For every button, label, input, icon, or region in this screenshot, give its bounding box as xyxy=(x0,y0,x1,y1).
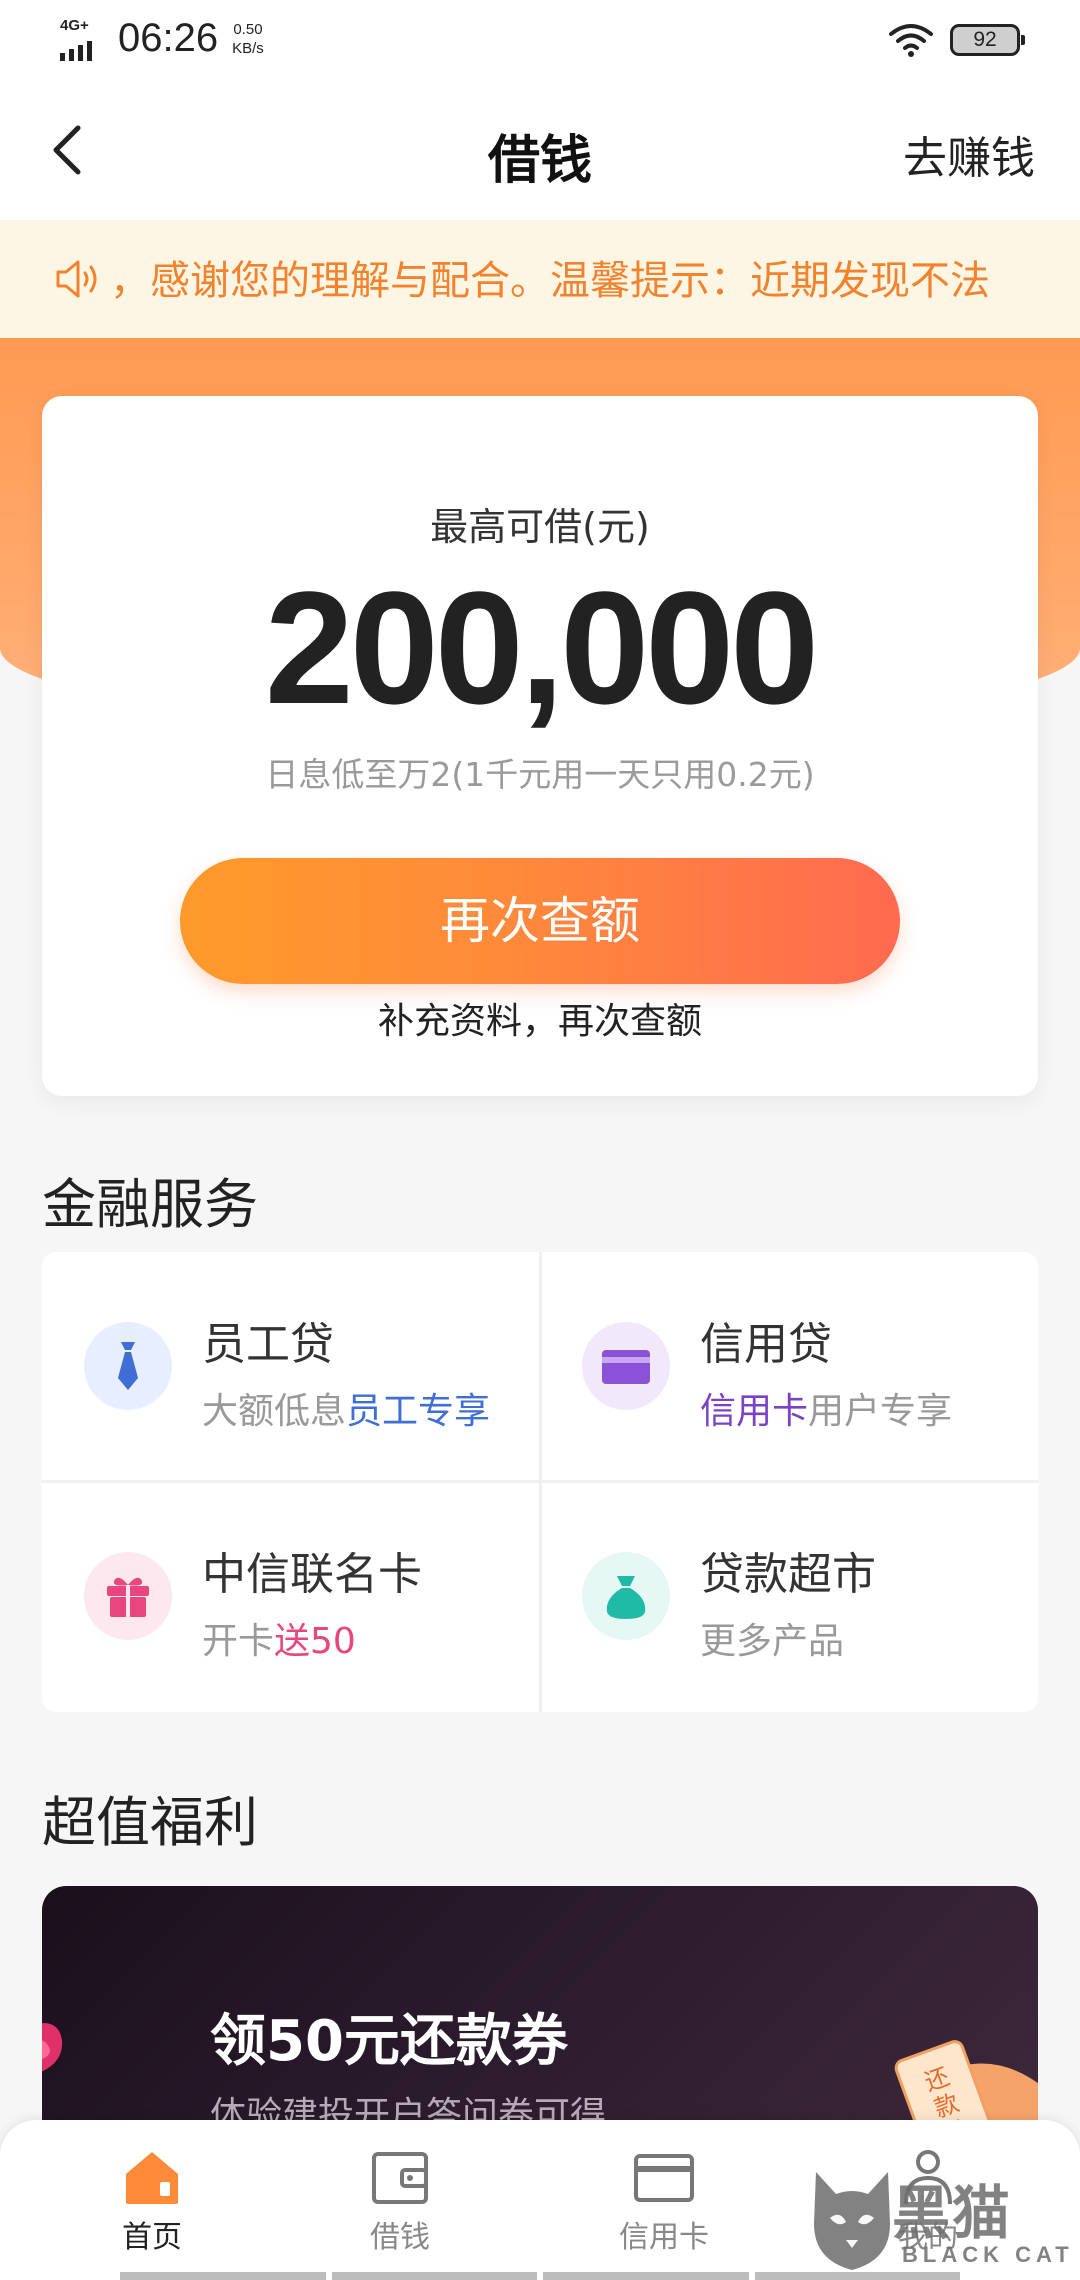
black-cat-watermark: 黑猫 BLACK CAT xyxy=(806,2166,1076,2278)
money-bag-icon xyxy=(582,1552,670,1640)
service-desc: 开卡送50 xyxy=(202,1621,356,1662)
tab-label: 信用卡 xyxy=(619,2220,709,2255)
tab-home[interactable]: 首页 xyxy=(62,2148,242,2258)
notice-text: ，感谢您的理解与配合。温馨提示：近期发现不法 xyxy=(110,258,990,304)
limit-amount: 200,000 xyxy=(264,558,819,737)
service-desc: 更多产品 xyxy=(700,1621,845,1662)
service-name: 贷款超市 xyxy=(700,1549,876,1600)
service-desc: 信用卡用户专享 xyxy=(700,1391,953,1432)
service-desc: 大额低息员工专享 xyxy=(202,1391,491,1432)
notice-bar[interactable]: ，感谢您的理解与配合。温馨提示：近期发现不法 xyxy=(0,220,1080,338)
credit-limit-card: 最高可借(元) 200,000 日息低至万2(1千元用一天只用0.2元) 再次查… xyxy=(42,396,1038,1096)
tab-borrow[interactable]: 借钱 xyxy=(310,2148,490,2258)
signal-icon: 4G+ xyxy=(58,17,106,61)
status-left: 4G+ 06:26 0.50 KB/s xyxy=(58,16,264,61)
credit-card-icon xyxy=(634,2154,694,2202)
gift-icon xyxy=(84,1552,172,1640)
wallet-icon xyxy=(372,2152,428,2204)
service-employee-loan[interactable]: 员工贷 大额低息员工专享 xyxy=(42,1252,540,1482)
recheck-limit-button[interactable]: 再次查额 xyxy=(180,858,900,984)
tab-label: 借钱 xyxy=(370,2220,430,2255)
network-type: 4G+ xyxy=(60,16,89,34)
interest-rate-text: 日息低至万2(1千元用一天只用0.2元) xyxy=(265,755,815,794)
tab-credit-card[interactable]: 信用卡 xyxy=(574,2148,754,2258)
tab-label: 首页 xyxy=(122,2220,182,2255)
promo-title: 领50元还款券 xyxy=(210,2009,568,2074)
status-right: 92 xyxy=(888,22,1025,58)
nav-bar: 借钱 去赚钱 xyxy=(0,80,1080,220)
watermark-cn: 黑猫 xyxy=(892,2179,1013,2247)
welfare-section-title: 超值福利 xyxy=(42,1791,258,1854)
service-name: 信用贷 xyxy=(700,1319,832,1370)
recheck-subtext: 补充资料，再次查额 xyxy=(377,1001,702,1042)
watermark-en: BLACK CAT xyxy=(902,2242,1074,2267)
battery-icon: 92 xyxy=(950,24,1025,56)
finance-section-title: 金融服务 xyxy=(42,1173,258,1236)
status-time: 06:26 xyxy=(118,16,219,60)
service-name: 员工贷 xyxy=(202,1319,334,1370)
tie-icon xyxy=(84,1322,172,1410)
limit-label: 最高可借(元) xyxy=(430,505,650,549)
wifi-icon xyxy=(889,24,933,57)
cat-logo-icon xyxy=(814,2172,890,2270)
card-icon xyxy=(582,1322,670,1410)
service-loan-market[interactable]: 贷款超市 更多产品 xyxy=(540,1482,1038,1712)
service-name: 中信联名卡 xyxy=(202,1549,422,1600)
network-speed: 0.50 KB/s xyxy=(232,20,264,57)
ribbon-icon xyxy=(42,2023,63,2072)
service-citic-card[interactable]: 中信联名卡 开卡送50 xyxy=(42,1482,540,1712)
speaker-icon xyxy=(56,260,97,298)
home-icon xyxy=(126,2152,178,2204)
status-bar: 4G+ 06:26 0.50 KB/s 92 xyxy=(0,0,1080,80)
finance-services-grid: 员工贷 大额低息员工专享 信用贷 信用卡用户专享 中信联名卡 开卡送50 贷款超… xyxy=(42,1252,1038,1712)
earn-money-link[interactable]: 去赚钱 xyxy=(903,122,1035,186)
service-credit-loan[interactable]: 信用贷 信用卡用户专享 xyxy=(540,1252,1038,1482)
